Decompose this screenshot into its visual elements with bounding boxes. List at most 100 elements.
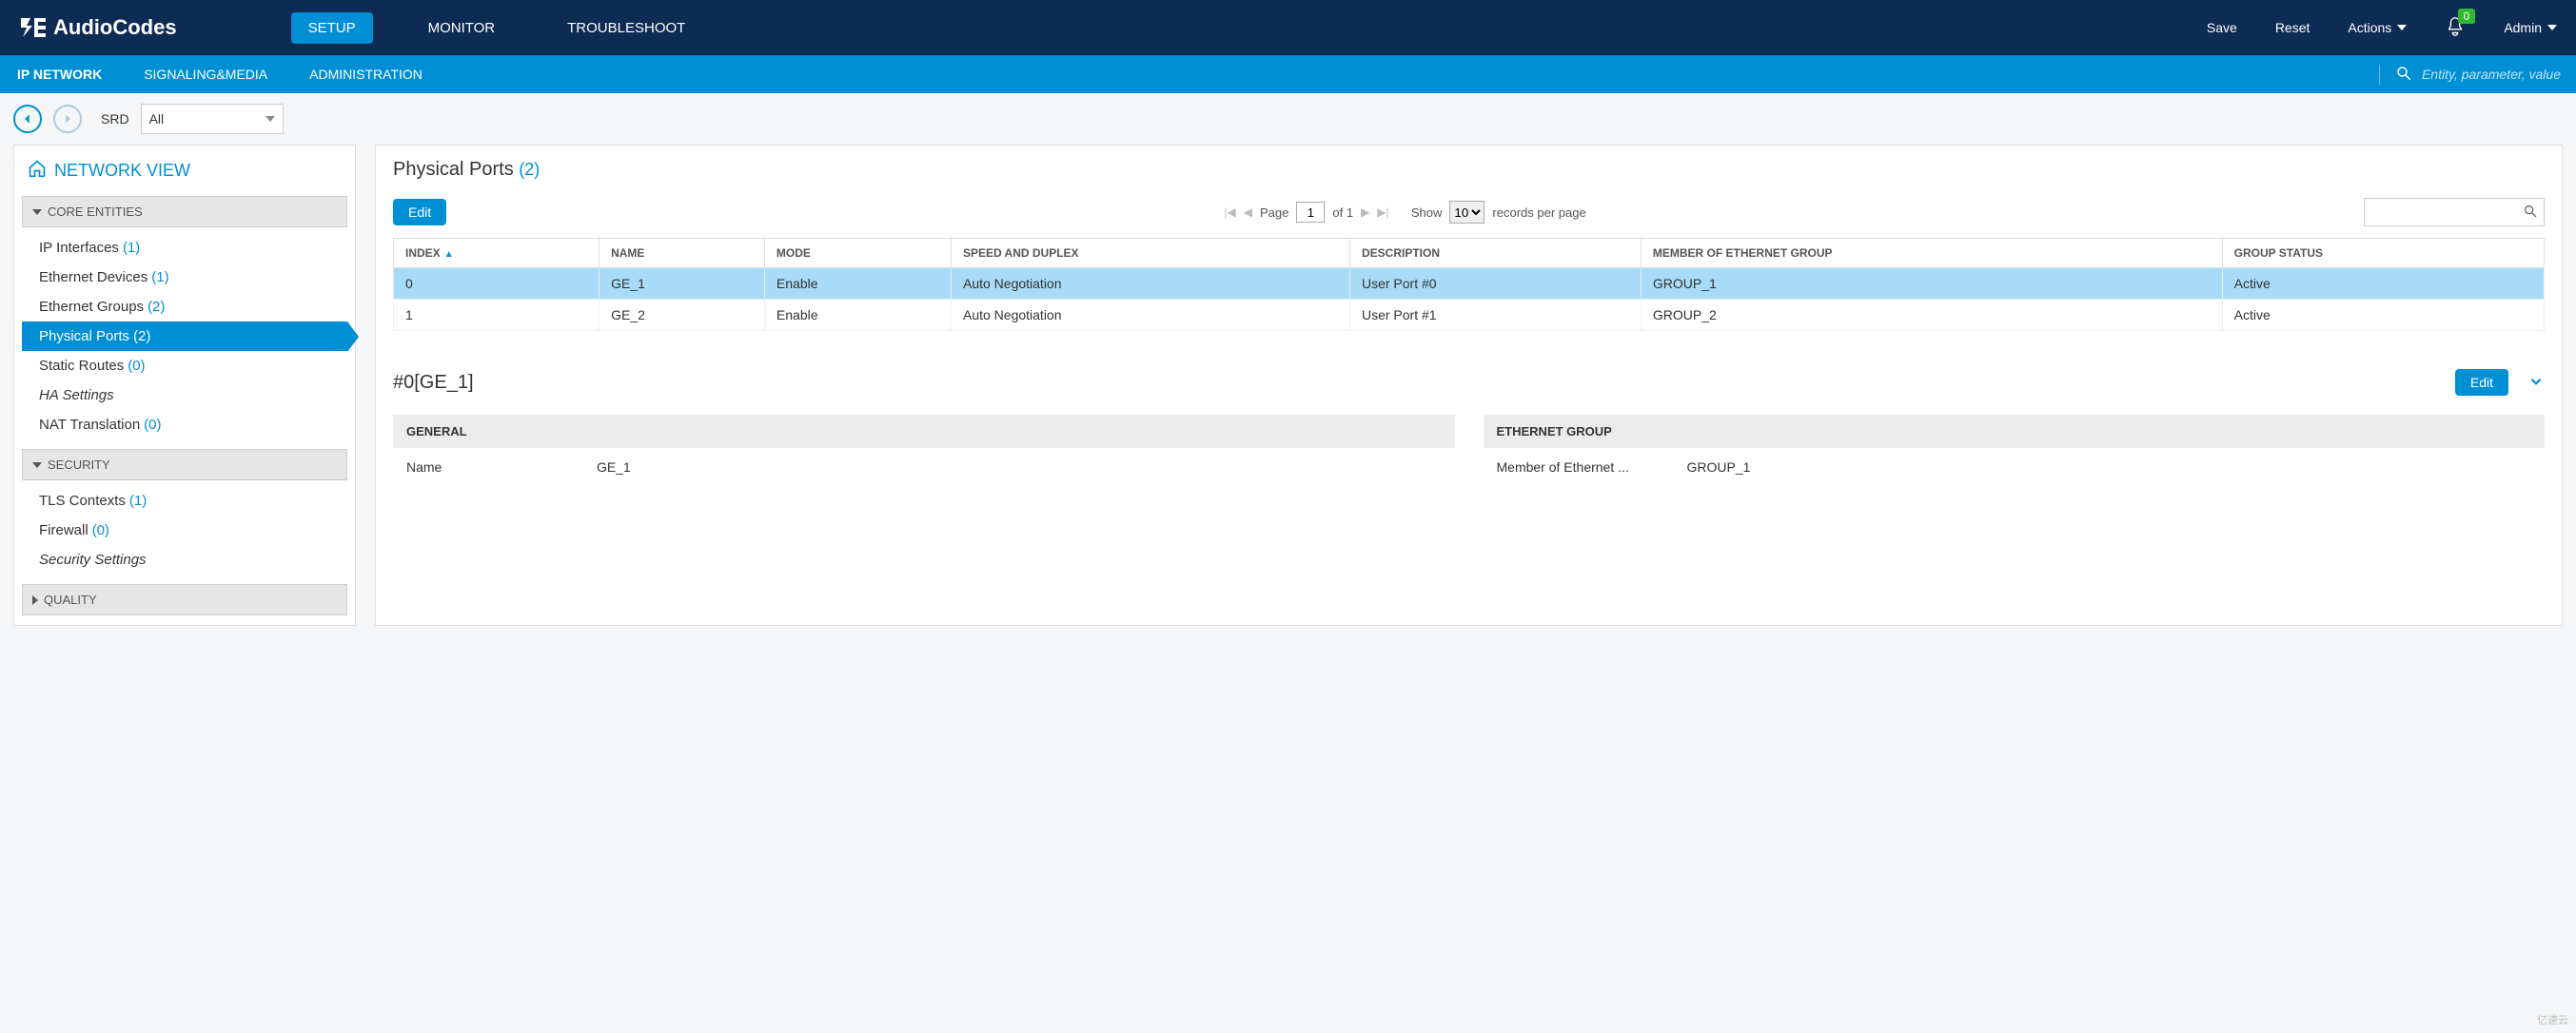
sidebar-item-static-routes[interactable]: Static Routes(0) bbox=[22, 351, 347, 380]
core-entities-list: IP Interfaces(1) Ethernet Devices(1) Eth… bbox=[22, 227, 347, 445]
sidebar-item-firewall[interactable]: Firewall(0) bbox=[22, 516, 347, 545]
detail-title: #0[GE_1] bbox=[393, 372, 474, 394]
admin-label: Admin bbox=[2504, 20, 2542, 35]
member-value: GROUP_1 bbox=[1687, 459, 1751, 475]
brand-name: AudioCodes bbox=[53, 15, 177, 40]
section-label: QUALITY bbox=[44, 593, 97, 607]
sidebar-item-ip-interfaces[interactable]: IP Interfaces(1) bbox=[22, 233, 347, 263]
top-tabs: SETUP MONITOR TROUBLESHOOT bbox=[291, 12, 703, 44]
chevron-down-icon[interactable] bbox=[2527, 373, 2545, 393]
watermark: 亿速云 bbox=[2537, 1012, 2568, 1027]
pager-last-icon[interactable]: ▶| bbox=[1377, 205, 1388, 219]
ethernet-group-header: ETHERNET GROUP bbox=[1484, 415, 2546, 448]
col-speed-duplex[interactable]: SPEED AND DUPLEX bbox=[951, 239, 1349, 268]
chevron-down-icon bbox=[2547, 25, 2557, 30]
detail-header: #0[GE_1] Edit bbox=[393, 369, 2545, 396]
tab-monitor[interactable]: MONITOR bbox=[411, 12, 513, 44]
sort-asc-icon: ▲ bbox=[444, 249, 454, 260]
ethernet-group-panel: ETHERNET GROUP Member of Ethernet ... GR… bbox=[1484, 415, 2546, 475]
main-panel: Physical Ports (2) Edit |◀ ◀ Page of 1 ▶… bbox=[375, 145, 2563, 626]
pager-prev-icon[interactable]: ◀ bbox=[1244, 205, 1252, 219]
table-row[interactable]: 1 GE_2 Enable Auto Negotiation User Port… bbox=[394, 300, 2545, 331]
topbar: AudioCodes SETUP MONITOR TROUBLESHOOT Sa… bbox=[0, 0, 2576, 55]
sidebar-item-ethernet-devices[interactable]: Ethernet Devices(1) bbox=[22, 263, 347, 292]
content: NETWORK VIEW CORE ENTITIES IP Interfaces… bbox=[0, 145, 2576, 645]
chevron-down-icon bbox=[265, 116, 275, 122]
section-security[interactable]: SECURITY bbox=[22, 449, 347, 480]
sidebar-item-tls-contexts[interactable]: TLS Contexts(1) bbox=[22, 486, 347, 516]
pager-page-input[interactable] bbox=[1296, 202, 1325, 223]
subtab-administration[interactable]: ADMINISTRATION bbox=[307, 57, 424, 91]
pager-first-icon[interactable]: |◀ bbox=[1224, 205, 1235, 219]
notification-count: 0 bbox=[2458, 9, 2476, 24]
subtab-signaling-media[interactable]: SIGNALING&MEDIA bbox=[142, 57, 269, 91]
nav-toolbar: SRD All bbox=[0, 93, 2576, 145]
member-row: Member of Ethernet ... GROUP_1 bbox=[1484, 448, 2546, 475]
home-icon bbox=[28, 159, 47, 183]
detail-panel: #0[GE_1] Edit GENERAL Name GE_1 bbox=[393, 369, 2545, 475]
col-member-group[interactable]: MEMBER OF ETHERNET GROUP bbox=[1641, 239, 2222, 268]
section-label: SECURITY bbox=[48, 458, 110, 472]
topbar-right: Save Reset Actions 0 Admin bbox=[2207, 16, 2557, 40]
pager-page-label: Page bbox=[1260, 205, 1288, 220]
section-core-entities[interactable]: CORE ENTITIES bbox=[22, 196, 347, 227]
sidebar-item-ha-settings[interactable]: HA Settings bbox=[22, 380, 347, 410]
network-view-label: NETWORK VIEW bbox=[54, 161, 190, 181]
sidebar-item-physical-ports[interactable]: Physical Ports(2) bbox=[22, 322, 347, 351]
subbar: IP NETWORK SIGNALING&MEDIA ADMINISTRATIO… bbox=[0, 55, 2576, 93]
pager-records-label: records per page bbox=[1492, 205, 1585, 220]
collapse-icon bbox=[32, 209, 42, 215]
network-view-link[interactable]: NETWORK VIEW bbox=[22, 155, 347, 192]
notifications-button[interactable]: 0 bbox=[2445, 16, 2466, 40]
tab-setup[interactable]: SETUP bbox=[291, 12, 373, 44]
srd-select[interactable]: All bbox=[141, 104, 284, 134]
sidebar: NETWORK VIEW CORE ENTITIES IP Interfaces… bbox=[13, 145, 356, 626]
chevron-down-icon bbox=[2397, 25, 2407, 30]
col-index[interactable]: INDEX▲ bbox=[394, 239, 600, 268]
tab-troubleshoot[interactable]: TROUBLESHOOT bbox=[550, 12, 702, 44]
table-row[interactable]: 0 GE_1 Enable Auto Negotiation User Port… bbox=[394, 268, 2545, 300]
save-button[interactable]: Save bbox=[2207, 20, 2237, 35]
reset-button[interactable]: Reset bbox=[2275, 20, 2311, 35]
page-title: Physical Ports (2) bbox=[393, 159, 2545, 181]
pager-of-label: of 1 bbox=[1332, 205, 1353, 220]
sub-tabs: IP NETWORK SIGNALING&MEDIA ADMINISTRATIO… bbox=[15, 57, 424, 91]
general-header: GENERAL bbox=[393, 415, 1455, 448]
detail-edit-button[interactable]: Edit bbox=[2455, 369, 2508, 396]
expand-icon bbox=[32, 595, 38, 605]
actions-dropdown[interactable]: Actions bbox=[2348, 20, 2407, 35]
srd-label: SRD bbox=[101, 111, 129, 127]
table-search[interactable] bbox=[2364, 198, 2545, 226]
audiocodes-logo-icon bbox=[19, 16, 48, 39]
admin-dropdown[interactable]: Admin bbox=[2504, 20, 2557, 35]
detail-panels: GENERAL Name GE_1 ETHERNET GROUP Member … bbox=[393, 415, 2545, 475]
table-toolbar: Edit |◀ ◀ Page of 1 ▶ ▶| Show 10 records… bbox=[393, 198, 2545, 226]
pager-next-icon[interactable]: ▶ bbox=[1361, 205, 1369, 219]
subtab-ip-network[interactable]: IP NETWORK bbox=[15, 57, 104, 91]
general-panel: GENERAL Name GE_1 bbox=[393, 415, 1455, 475]
pager-size-select[interactable]: 10 bbox=[1449, 201, 1485, 224]
collapse-icon bbox=[32, 462, 42, 468]
sidebar-item-nat-translation[interactable]: NAT Translation(0) bbox=[22, 410, 347, 439]
srd-value: All bbox=[149, 111, 165, 127]
sidebar-item-security-settings[interactable]: Security Settings bbox=[22, 545, 347, 575]
col-group-status[interactable]: GROUP STATUS bbox=[2222, 239, 2544, 268]
search-icon bbox=[2395, 65, 2412, 85]
security-list: TLS Contexts(1) Firewall(0) Security Set… bbox=[22, 480, 347, 580]
edit-button[interactable]: Edit bbox=[393, 199, 446, 225]
member-label: Member of Ethernet ... bbox=[1497, 459, 1687, 475]
section-label: CORE ENTITIES bbox=[48, 205, 143, 219]
table-header-row: INDEX▲ NAME MODE SPEED AND DUPLEX DESCRI… bbox=[394, 239, 2545, 268]
col-description[interactable]: DESCRIPTION bbox=[1349, 239, 1641, 268]
physical-ports-table: INDEX▲ NAME MODE SPEED AND DUPLEX DESCRI… bbox=[393, 238, 2545, 331]
nav-forward-button[interactable] bbox=[53, 105, 82, 133]
section-quality[interactable]: QUALITY bbox=[22, 584, 347, 615]
col-name[interactable]: NAME bbox=[600, 239, 765, 268]
col-mode[interactable]: MODE bbox=[764, 239, 951, 268]
global-search[interactable]: Entity, parameter, value bbox=[2379, 65, 2561, 85]
nav-back-button[interactable] bbox=[13, 105, 42, 133]
sidebar-item-ethernet-groups[interactable]: Ethernet Groups(2) bbox=[22, 292, 347, 322]
general-name-row: Name GE_1 bbox=[393, 448, 1455, 475]
brand-logo: AudioCodes bbox=[19, 15, 177, 40]
name-value: GE_1 bbox=[597, 459, 631, 475]
